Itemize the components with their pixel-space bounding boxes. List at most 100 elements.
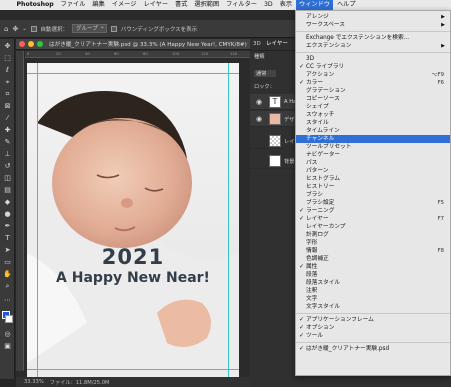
gradient-tool-icon[interactable]: ▤ [2,185,13,195]
menu-window[interactable]: ウィンドウ [295,0,334,10]
window-menu-item[interactable]: ナビゲーター [296,151,450,159]
menu-photoshop[interactable]: Photoshop [13,0,57,10]
window-menu-item[interactable]: ✓ はがき暖_クリアトナー実験.psd [296,345,450,353]
move-tool-icon[interactable]: ✥ [2,41,13,51]
minimize-window-icon[interactable] [28,41,34,47]
window-menu-item[interactable]: ✓ ラーニング [296,207,450,215]
window-menu-item[interactable]: ツールプリセット [296,143,450,151]
window-menu-item[interactable]: 情報 F8 [296,247,450,255]
blend-mode-dropdown[interactable]: 通常 [254,70,277,77]
window-menu-item[interactable]: Exchange でエクステンションを検索... [296,34,450,42]
window-menu-item[interactable]: ヒストグラム [296,175,450,183]
menu-filter[interactable]: フィルター [223,0,261,10]
window-menu-item[interactable]: ✓ 属性 [296,263,450,271]
more-tools-icon[interactable]: ⋯ [2,295,13,305]
marquee-tool-icon[interactable]: ⬚ [2,53,13,63]
quick-mask-icon[interactable]: ◎ [2,329,13,339]
window-menu-item[interactable]: アクション ⌥F9 [296,71,450,79]
lasso-tool-icon[interactable]: ℓ [2,65,13,75]
type-tool-icon[interactable]: T [2,233,13,243]
menu-image[interactable]: イメージ [108,0,140,10]
window-menu-item[interactable]: ブラシ [296,191,450,199]
move-tool-icon[interactable]: ✥ [12,25,18,33]
window-menu-item[interactable]: 注釈 [296,287,450,295]
window-menu-item[interactable]: ✓ ツール [296,332,450,340]
blur-tool-icon[interactable]: ◆ [2,197,13,207]
eraser-tool-icon[interactable]: ◫ [2,173,13,183]
quick-select-icon[interactable]: ⌖ [2,77,13,87]
window-menu-item[interactable]: 文字スタイル [296,303,450,311]
checkmark-icon: ✓ [299,63,305,70]
window-menu-item[interactable]: スウォッチ [296,111,450,119]
bbox-checkbox[interactable] [110,25,117,32]
menu-select[interactable]: 選択範囲 [191,0,223,10]
pen-tool-icon[interactable]: ✒ [2,221,13,231]
window-menu-item[interactable]: ワークスペース ▶ [296,21,450,29]
healing-brush-icon[interactable]: ✚ [2,125,13,135]
menu-file[interactable]: ファイル [57,0,89,10]
window-menu-item[interactable]: レイヤーカンプ [296,223,450,231]
window-menu-item[interactable]: パス [296,159,450,167]
window-menu-item[interactable]: スタイル [296,119,450,127]
frame-tool-icon[interactable]: ⊠ [2,101,13,111]
window-menu-item[interactable]: 字形 [296,239,450,247]
history-brush-icon[interactable]: ↺ [2,161,13,171]
group-dropdown[interactable]: グループ [72,23,107,33]
zoom-tool-icon[interactable]: ⌕ [2,281,13,291]
brush-tool-icon[interactable]: ✎ [2,137,13,147]
autoselect-checkbox[interactable] [30,25,37,32]
eyedropper-icon[interactable]: ⁄ [2,113,13,123]
eye-icon[interactable]: ◉ [256,98,262,106]
file-size-info[interactable]: ファイル：11.8M/25.0M [50,379,110,386]
window-menu-item[interactable]: 文字 [296,295,450,303]
window-menu-item[interactable]: シェイプ [296,103,450,111]
clone-stamp-icon[interactable]: ⊥ [2,149,13,159]
window-menu-item[interactable]: 計測ログ [296,231,450,239]
screen-mode-icon[interactable]: ▣ [2,341,13,351]
window-menu-item[interactable]: パターン [296,167,450,175]
document-tab[interactable]: はがき暖_クリアトナー実験.psd @ 33.3% (A Happy New Y… [16,39,250,50]
window-menu-item[interactable]: グラデーション [296,87,450,95]
window-menu-item[interactable]: ✓ レイヤー F7 [296,215,450,223]
chevron-down-icon[interactable]: ⌄ [22,26,26,32]
window-menu-item[interactable]: 段落 [296,271,450,279]
crop-tool-icon[interactable]: ⌗ [2,89,13,99]
eye-icon[interactable]: ◉ [256,115,262,123]
window-menu-item[interactable]: ✓ CC ライブラリ [296,63,450,71]
background-color-swatch[interactable] [5,315,13,323]
window-menu-item[interactable]: タイムライン [296,127,450,135]
submenu-arrow-icon: ▶ [441,22,445,28]
zoom-level[interactable]: 33.33% [24,379,44,385]
shape-tool-icon[interactable]: ▭ [2,257,13,267]
window-menu-item[interactable]: ヒストリー [296,183,450,191]
window-menu-item[interactable]: エクステンション ▶ [296,42,450,50]
tab-3d[interactable]: 3D [253,39,261,49]
dodge-tool-icon[interactable]: ● [2,209,13,219]
window-menu-item[interactable]: 色調補正 [296,255,450,263]
window-menu-item[interactable]: 3D [296,55,450,63]
path-select-icon[interactable]: ➤ [2,245,13,255]
postcard-canvas[interactable]: 2021 A Happy New Near! [27,63,239,380]
layer-filter-label[interactable]: 種類 [254,53,264,60]
guide-line [37,63,38,380]
menu-layer[interactable]: レイヤー [140,0,172,10]
hand-tool-icon[interactable]: ✋ [2,269,13,279]
window-menu-item[interactable]: コピーソース [296,95,450,103]
menu-edit[interactable]: 編集 [89,0,108,10]
menu-3d[interactable]: 3D [260,0,276,10]
window-menu-item[interactable]: ブラシ設定 F5 [296,199,450,207]
home-icon[interactable]: ⌂ [4,25,8,33]
menu-type[interactable]: 書式 [172,0,191,10]
zoom-window-icon[interactable] [37,41,43,47]
menu-view[interactable]: 表示 [276,0,295,10]
window-menu-item[interactable]: ✓ アプリケーションフレーム [296,316,450,324]
close-window-icon[interactable] [19,41,25,47]
vertical-ruler [16,51,24,371]
window-menu-item[interactable]: 段落スタイル [296,279,450,287]
menu-help[interactable]: ヘルプ [333,0,359,10]
window-menu-item[interactable]: ✓ オプション [296,324,450,332]
window-menu-item[interactable]: チャンネル [296,135,450,143]
window-menu-item[interactable]: アレンジ ▶ [296,13,450,21]
window-menu-item[interactable]: ✓ カラー F6 [296,79,450,87]
tab-layers[interactable]: レイヤー [266,39,288,49]
